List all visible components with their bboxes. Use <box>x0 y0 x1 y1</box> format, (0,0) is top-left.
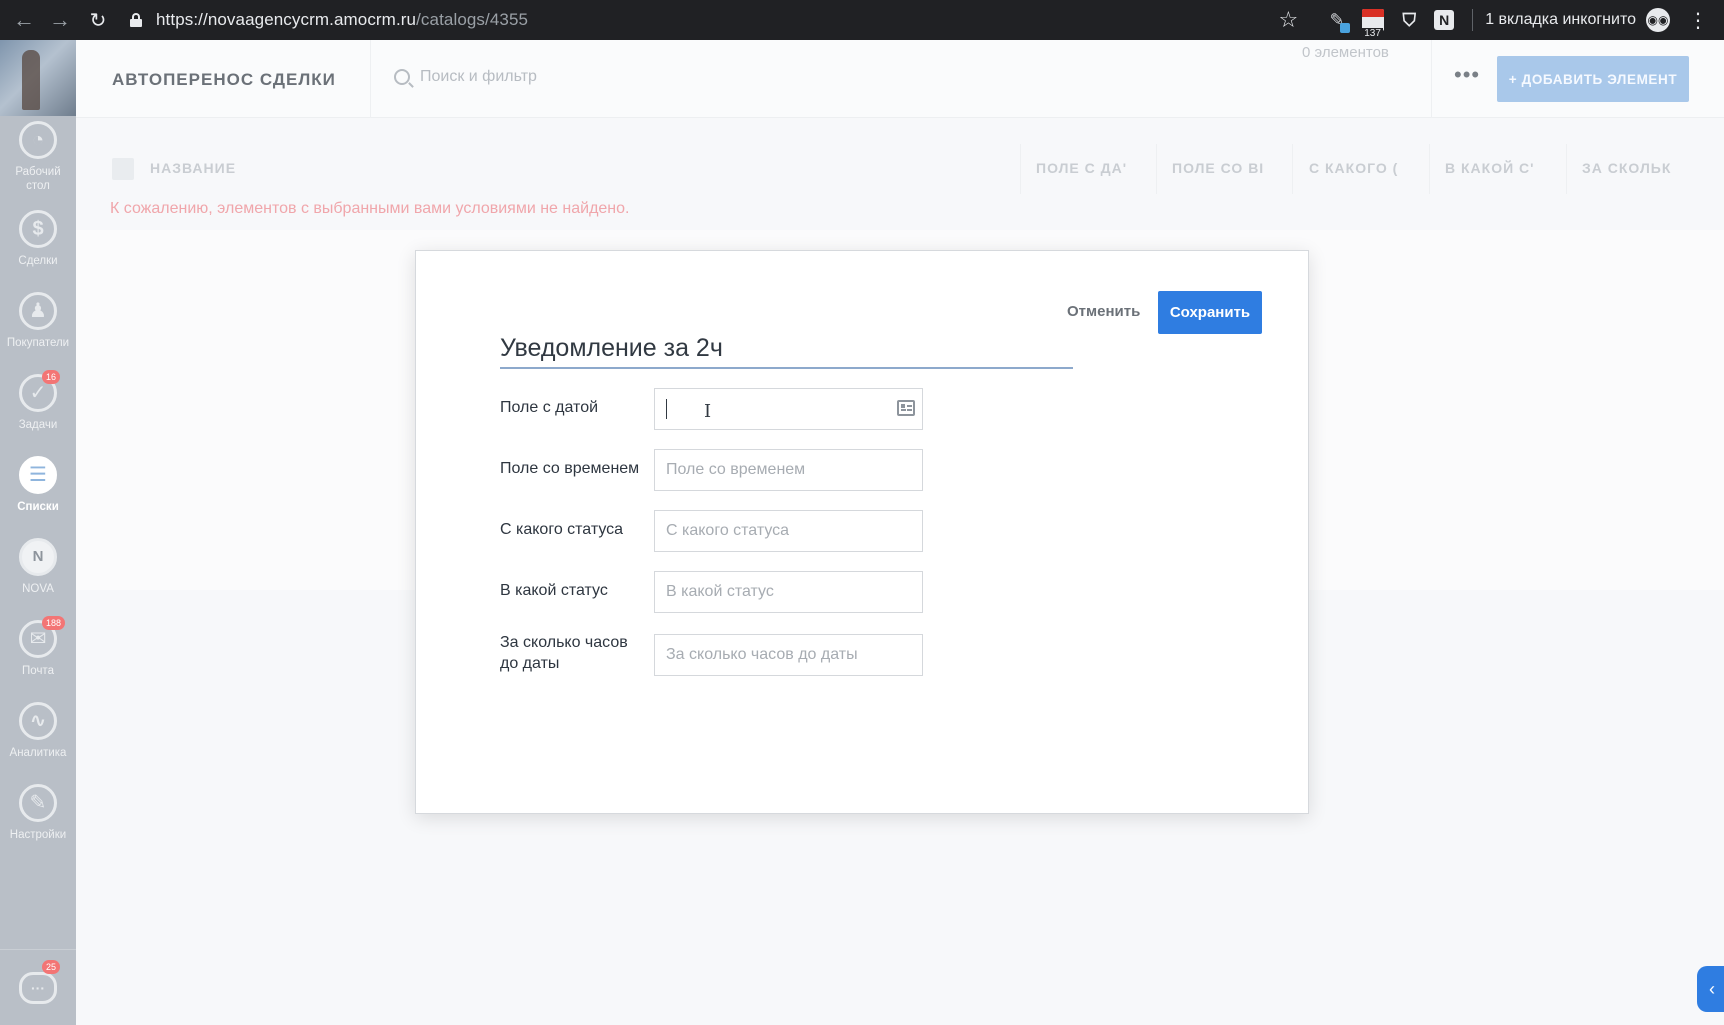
element-name-input[interactable] <box>500 329 1073 369</box>
nova-icon: N <box>19 538 57 576</box>
from-status-input[interactable] <box>654 510 923 552</box>
save-button[interactable]: Сохранить <box>1158 291 1262 334</box>
browser-toolbar: ← → ↻ https://novaagencycrm.amocrm.ru/ca… <box>0 0 1724 40</box>
collapse-panel-icon[interactable]: ‹ <box>1697 966 1724 1012</box>
sidebar-item-settings[interactable]: ✎ Настройки <box>0 772 76 854</box>
customers-icon: ♟ <box>19 292 57 330</box>
date-field-label: Поле с датой <box>500 399 599 416</box>
add-element-button[interactable]: + ДОБАВИТЬ ЭЛЕМЕНТ <box>1497 56 1689 102</box>
sidebar-item-nova[interactable]: N NOVA <box>0 526 76 608</box>
sidebar-item-label: Аналитика <box>9 747 67 759</box>
search-filter[interactable]: Поиск и фильтр <box>394 68 537 86</box>
hours-before-label: За сколько часов до даты <box>500 634 628 672</box>
element-count: 0 элементов <box>1302 44 1389 61</box>
to-status-label: В какой статус <box>500 582 608 599</box>
analytics-icon: ∿ <box>19 702 57 740</box>
sidebar-item-label: Рабочий стол <box>15 166 61 192</box>
shield-extension-icon[interactable]: ⛉ <box>1398 9 1420 31</box>
lock-icon[interactable] <box>130 13 142 27</box>
sidebar-item-label: NOVA <box>22 583 54 595</box>
sidebar-item-label: Настройки <box>9 829 67 841</box>
sidebar-item-mail[interactable]: ✉ Почта 188 <box>0 608 76 690</box>
sidebar-item-label: Сделки <box>18 255 58 267</box>
chat-icon: ··· <box>19 971 57 1004</box>
sidebar-item-label: Задачи <box>18 419 58 431</box>
calendar-extension-badge: 137 <box>1362 28 1383 39</box>
list-header: АВТОПЕРЕНОС СДЕЛКИ Поиск и фильтр 0 элем… <box>76 40 1724 118</box>
from-status-label: С какого статуса <box>500 521 624 538</box>
sidebar-item-analytics[interactable]: ∿ Аналитика <box>0 690 76 772</box>
column-divider <box>1156 144 1157 194</box>
notification-badge: 16 <box>42 370 61 384</box>
settings-icon: ✎ <box>19 784 57 822</box>
more-options-icon[interactable]: ••• <box>1454 62 1480 88</box>
sidebar-item-label: Списки <box>17 501 59 513</box>
date-field-input[interactable] <box>654 388 923 430</box>
pen-extension-icon[interactable]: ✎ <box>1326 9 1351 33</box>
calendar-icon[interactable] <box>897 400 915 416</box>
left-sidebar: ◔ Рабочий стол $ Сделки ♟ Покупатели ✓ Задачи 16… <box>0 40 76 1025</box>
sidebar-item-lists[interactable]: ☰ Списки <box>0 444 76 526</box>
bookmark-star-icon[interactable]: ☆ <box>1278 7 1298 33</box>
sidebar-item-tasks[interactable]: ✓ Задачи 16 <box>0 362 76 444</box>
column-header-name[interactable]: НАЗВАНИЕ <box>150 160 450 176</box>
sidebar-item-label: Почта <box>22 665 54 677</box>
header-divider <box>370 40 371 118</box>
sidebar-item-label: Покупатели <box>6 337 70 349</box>
header-divider <box>1431 40 1432 118</box>
column-header-date-field[interactable]: ПОЛЕ С ДА' <box>1036 160 1128 176</box>
toolbar-divider <box>1472 9 1474 31</box>
sidebar-item-dashboard[interactable]: ◔ Рабочий стол <box>0 116 76 198</box>
empty-results-message: К сожалению, элементов с выбранными вами… <box>110 200 630 217</box>
calendar-extension-icon[interactable]: 137 <box>1362 9 1385 39</box>
text-caret <box>666 399 667 419</box>
back-icon[interactable]: ← <box>10 6 38 34</box>
incognito-icon[interactable]: ◉◉ <box>1646 8 1670 32</box>
select-all-checkbox[interactable] <box>112 158 134 180</box>
chat-badge: 25 <box>42 960 61 974</box>
column-header-time-field[interactable]: ПОЛЕ СО ВІ <box>1172 160 1264 176</box>
lists-icon: ☰ <box>19 456 57 494</box>
table-header: НАЗВАНИЕ ПОЛЕ С ДА' ПОЛЕ СО ВІ С КАКОГО … <box>76 144 1724 194</box>
column-divider <box>1292 144 1293 194</box>
text-cursor-icon: I <box>704 401 712 422</box>
search-icon <box>394 69 410 85</box>
cancel-button[interactable]: Отменить <box>1067 303 1140 320</box>
sidebar-item-customers[interactable]: ♟ Покупатели <box>0 280 76 362</box>
incognito-label[interactable]: 1 вкладка инкогнито <box>1485 11 1636 29</box>
column-header-from-status[interactable]: С КАКОГО ( <box>1309 160 1401 176</box>
chat-button[interactable]: ··· 25 <box>0 949 76 1025</box>
reload-icon[interactable]: ↻ <box>84 6 112 34</box>
n-extension-icon[interactable]: N <box>1434 10 1455 30</box>
time-field-input[interactable] <box>654 449 923 491</box>
user-avatar[interactable] <box>0 40 76 116</box>
to-status-input[interactable] <box>654 571 923 613</box>
forward-icon[interactable]: → <box>46 6 74 34</box>
date-field-wrapper: I <box>654 388 923 430</box>
column-divider <box>1429 144 1430 194</box>
time-field-label: Поле со временем <box>500 460 640 477</box>
column-header-to-status[interactable]: В КАКОЙ С' <box>1445 160 1537 176</box>
column-divider <box>1566 144 1567 194</box>
page-title: АВТОПЕРЕНОС СДЕЛКИ <box>112 70 336 89</box>
browser-menu-icon[interactable]: ⋮ <box>1688 8 1708 33</box>
address-bar[interactable]: https://novaagencycrm.amocrm.ru/catalogs… <box>156 10 528 30</box>
add-element-modal: Отменить Сохранить Поле с датой I Поле с… <box>415 250 1309 814</box>
sidebar-item-dollar[interactable]: $ Сделки <box>0 198 76 280</box>
search-placeholder: Поиск и фильтр <box>420 68 537 85</box>
column-divider <box>1020 144 1021 194</box>
url-path: /catalogs/4355 <box>416 10 529 29</box>
notification-badge: 188 <box>42 616 66 630</box>
hours-before-input[interactable] <box>654 634 923 676</box>
dashboard-icon: ◔ <box>19 121 57 159</box>
url-host: https://novaagencycrm.amocrm.ru <box>156 10 417 29</box>
dollar-icon: $ <box>19 210 57 248</box>
column-header-hours-before[interactable]: ЗА СКОЛЬК <box>1582 160 1674 176</box>
